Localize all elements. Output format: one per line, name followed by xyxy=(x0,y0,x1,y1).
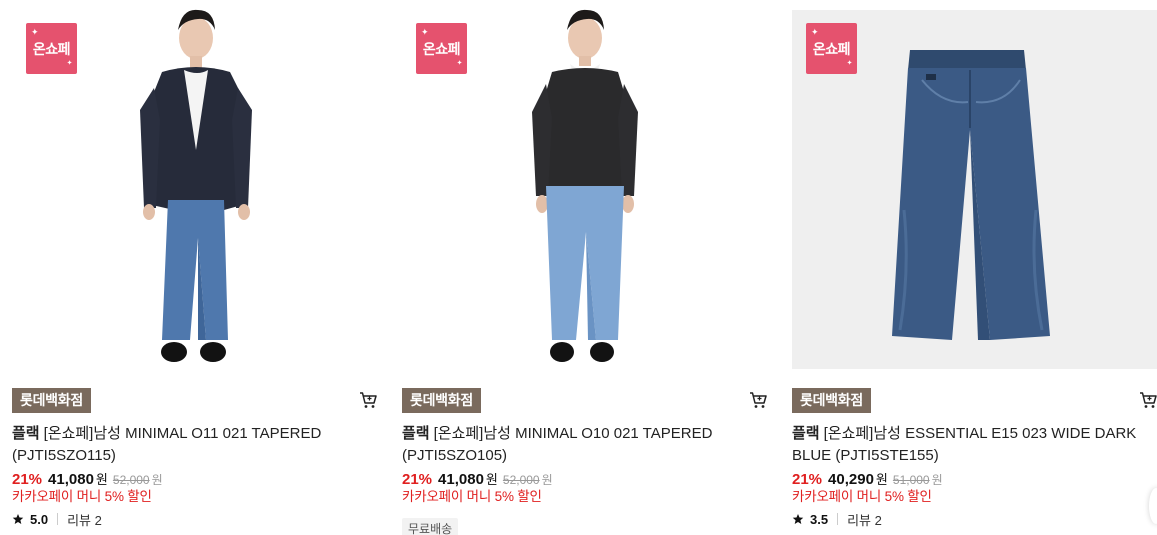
onsale-badge-label: 온쇼페 xyxy=(422,40,461,57)
divider xyxy=(57,513,59,525)
onsale-badge: ✦ 온쇼페 ✦ xyxy=(806,23,857,74)
cart-icon[interactable] xyxy=(358,390,378,410)
promo-text: 카카오페이 머니 5% 할인 xyxy=(402,489,542,504)
sparkle-icon: ✦ xyxy=(31,27,39,37)
product-title[interactable]: 플랙 [온쇼페]남성 ESSENTIAL E15 023 WIDE DARK BL… xyxy=(792,423,1142,467)
brand-name: 플랙 xyxy=(792,425,820,442)
scroll-button[interactable] xyxy=(1149,488,1157,524)
rating-row: 5.0 리뷰 2 xyxy=(12,510,102,528)
store-tag: 롯데백화점 xyxy=(402,388,481,413)
rating-value: 5.0 xyxy=(30,511,49,527)
product-title[interactable]: 플랙 [온쇼페]남성 MINIMAL O11 021 TAPERED (PJTI5… xyxy=(12,423,362,467)
sale-price: 40,290 xyxy=(828,471,874,488)
onsale-badge-label: 온쇼페 xyxy=(812,40,851,57)
store-tag: 롯데백화점 xyxy=(792,388,871,413)
original-price: 52,000 xyxy=(112,473,150,487)
product-card[interactable]: ✦ 온쇼페 ✦ 롯데백화점 플랙 [온쇼페]남성 ESSENTIAL E15 02… xyxy=(792,0,1157,535)
sparkle-icon: ✦ xyxy=(846,60,853,67)
product-image[interactable]: ✦ 온쇼페 ✦ xyxy=(792,10,1157,369)
brand-name: 플랙 xyxy=(402,425,430,442)
currency: 원 xyxy=(875,472,888,487)
original-currency: 원 xyxy=(931,473,943,487)
store-tag: 롯데백화점 xyxy=(12,388,91,413)
product-name: [온쇼페]남성 MINIMAL O10 021 TAPERED (PJTI5SZ… xyxy=(402,425,713,464)
onsale-badge: ✦ 온쇼페 ✦ xyxy=(26,23,77,74)
price-row: 21% 41,080 원 52,000 원 xyxy=(12,469,163,489)
star-icon xyxy=(12,514,24,524)
price-row: 21% 40,290 원 51,000 원 xyxy=(792,469,943,489)
sparkle-icon: ✦ xyxy=(811,27,819,37)
free-shipping-badge: 무료배송 xyxy=(402,518,459,535)
currency: 원 xyxy=(95,472,108,487)
brand-name: 플랙 xyxy=(12,425,40,442)
sale-price: 41,080 xyxy=(438,471,484,488)
product-card[interactable]: ✦ 온쇼페 ✦ 롯데백화점 플랙 [온쇼페]남성 MINIMAL O11 021 … xyxy=(12,0,378,535)
original-currency: 원 xyxy=(151,473,163,487)
currency: 원 xyxy=(485,472,498,487)
original-price: 52,000 xyxy=(502,473,540,487)
sparkle-icon: ✦ xyxy=(456,60,463,67)
rating-row: 3.5 리뷰 2 xyxy=(792,510,882,528)
review-count[interactable]: 리뷰 2 xyxy=(67,510,102,529)
sparkle-icon: ✦ xyxy=(66,60,73,67)
original-price: 51,000 xyxy=(892,473,930,487)
product-title[interactable]: 플랙 [온쇼페]남성 MINIMAL O10 021 TAPERED (PJTI5… xyxy=(402,423,752,467)
cart-icon[interactable] xyxy=(748,390,768,410)
sale-price: 41,080 xyxy=(48,471,94,488)
review-count[interactable]: 리뷰 2 xyxy=(847,510,882,529)
product-card[interactable]: ✦ 온쇼페 ✦ 롯데백화점 플랙 [온쇼페]남성 MINIMAL O10 021 … xyxy=(402,0,768,535)
discount-rate: 21% xyxy=(792,471,823,488)
star-icon xyxy=(792,514,804,524)
sparkle-icon: ✦ xyxy=(421,27,429,37)
discount-rate: 21% xyxy=(402,471,433,488)
product-image[interactable]: ✦ 온쇼페 ✦ xyxy=(12,0,378,366)
divider xyxy=(837,513,839,525)
product-image[interactable]: ✦ 온쇼페 ✦ xyxy=(402,0,768,366)
discount-rate: 21% xyxy=(12,471,43,488)
promo-text: 카카오페이 머니 5% 할인 xyxy=(792,489,932,504)
price-row: 21% 41,080 원 52,000 원 xyxy=(402,469,553,489)
cart-icon[interactable] xyxy=(1138,390,1157,410)
product-name: [온쇼페]남성 MINIMAL O11 021 TAPERED (PJTI5SZ… xyxy=(12,425,322,464)
onsale-badge: ✦ 온쇼페 ✦ xyxy=(416,23,467,74)
original-currency: 원 xyxy=(541,473,553,487)
onsale-badge-label: 온쇼페 xyxy=(32,40,71,57)
promo-text: 카카오페이 머니 5% 할인 xyxy=(12,489,152,504)
product-name: [온쇼페]남성 ESSENTIAL E15 023 WIDE DARK BLUE… xyxy=(792,425,1137,464)
rating-value: 3.5 xyxy=(810,511,829,527)
